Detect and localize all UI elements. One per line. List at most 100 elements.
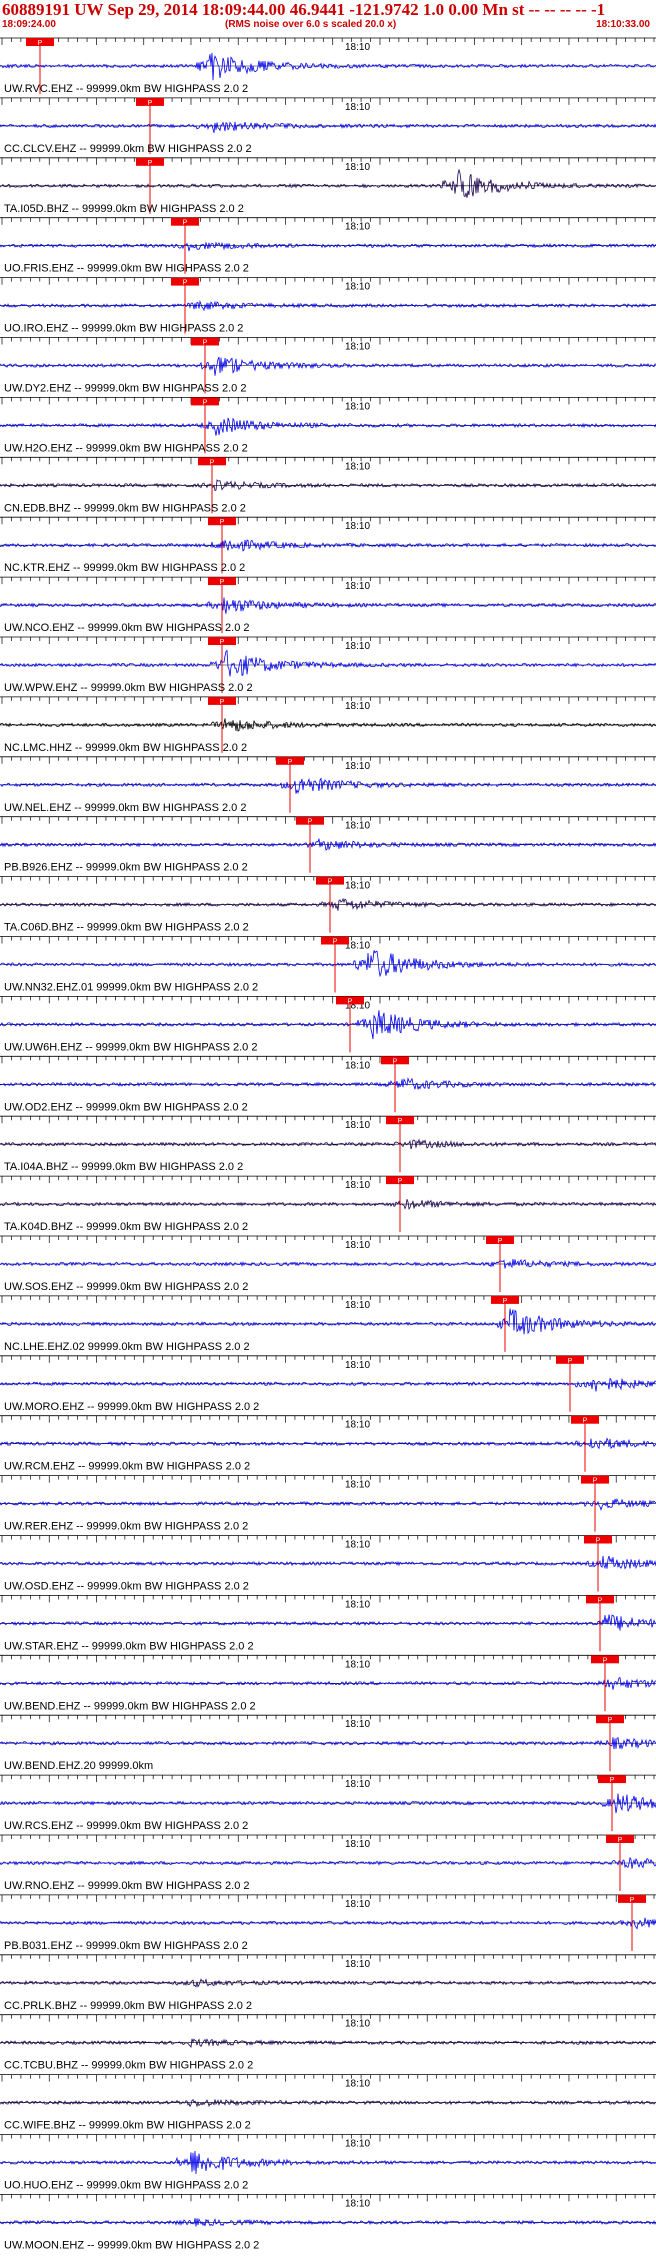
- trace-row: 18:10 P UW.OD2.EHZ -- 99999.0km BW HIGHPAS…: [0, 1055, 656, 1113]
- channel-label: UW.RNO.EHZ -- 99999.0km BW HIGHPASS 2.0 …: [4, 1880, 250, 1892]
- channel-label: NC.LMC.HHZ -- 99999.0km BW HIGHPASS 2.0 …: [4, 742, 247, 754]
- channel-label: UW.OSD.EHZ -- 99999.0km BW HIGHPASS 2.0 …: [4, 1581, 249, 1593]
- channel-label: UW.STAR.EHZ -- 99999.0km BW HIGHPASS 2.0…: [4, 1640, 254, 1652]
- channel-label: UW.OD2.EHZ -- 99999.0km BW HIGHPASS 2.0 …: [4, 1101, 248, 1113]
- minute-mark: 18:10: [345, 581, 370, 592]
- pick-label: P: [596, 1538, 601, 1545]
- trace-row: 18:10 P UW.STAR.EHZ -- 99999.0km BW HIGHPA…: [0, 1595, 656, 1652]
- waveform: [0, 1614, 656, 1631]
- pick-label: P: [38, 40, 43, 47]
- pick-label: P: [498, 1238, 503, 1245]
- minute-mark: 18:10: [345, 2139, 370, 2150]
- channel-label: CC.WIFE.BHZ -- 99999.0km BW HIGHPASS 2.0…: [4, 2120, 251, 2132]
- channel-label: UW.WPW.EHZ -- 99999.0km BW HIGHPASS 2.0 …: [4, 682, 253, 694]
- minute-mark: 18:10: [345, 1839, 370, 1850]
- waveform: [0, 417, 656, 436]
- trace-row: 18:10PUW.UW6H.EHZ -- 99999.0km BW HIGHPA…: [0, 996, 656, 1053]
- waveform: [0, 52, 656, 81]
- trace-row: 18:10 P UO.FRIS.EHZ -- 99999.0km BW HIGHPA…: [0, 217, 656, 275]
- minute-mark: 18:10: [345, 222, 370, 233]
- waveform: [0, 479, 656, 492]
- channel-label: TA.I05D.BHZ -- 99999.0km BW HIGHPASS 2.0…: [4, 203, 244, 215]
- pick-label: P: [288, 759, 293, 766]
- minute-mark: 18:10: [345, 1300, 370, 1311]
- channel-label: PB.B926.EHZ -- 99999.0km BW HIGHPASS 2.0…: [4, 862, 248, 874]
- trace-row: 18:10 P UW.RVC.EHZ -- 99999.0km BW HIGHPAS…: [0, 37, 656, 95]
- trace-row: 18:10 P UW.RCS.EHZ -- 99999.0km BW HIGHPAS…: [0, 1774, 656, 1832]
- pick-label: P: [333, 939, 338, 946]
- minute-mark: 18:10: [345, 1899, 370, 1910]
- trace-row: 18:10 P TA.K04D.BHZ -- 99999.0km BW HIGHPA…: [0, 1175, 656, 1233]
- channel-label: UW.SOS.EHZ -- 99999.0km BW HIGHPASS 2.0 …: [4, 1281, 248, 1293]
- minute-mark: 18:10: [345, 2019, 370, 2030]
- event-title: 60889191 UW Sep 29, 2014 18:09:44.00 46.…: [2, 0, 606, 19]
- channel-label: PB.B031.EHZ -- 99999.0km BW HIGHPASS 2.0…: [4, 1940, 248, 1952]
- trace-row: 18:10PUW.NN32.EHZ.01 99999.0km BW HIGHPA…: [0, 936, 656, 994]
- waveform: [0, 1677, 656, 1690]
- trace-row: 18:10 UW.MOON.EHZ -- 99999.0km BW HIGHPAS…: [0, 2193, 656, 2251]
- channel-label: CN.EDB.BHZ -- 99999.0km BW HIGHPASS 2.0 …: [4, 502, 246, 514]
- pick-label: P: [593, 1478, 598, 1485]
- pick-label: P: [148, 160, 153, 167]
- minute-mark: 18:10: [345, 641, 370, 652]
- channel-label: UO.HUO.EHZ -- 99999.0km BW HIGHPASS 2.0 …: [4, 2180, 248, 2192]
- waveform: [0, 838, 656, 851]
- minute-mark: 18:10: [345, 162, 370, 173]
- channel-label: TA.C06D.BHZ -- 99999.0km BW HIGHPASS 2.0…: [4, 922, 249, 934]
- pick-label: P: [393, 1058, 398, 1065]
- waveform: [0, 1856, 656, 1869]
- channel-label: UW.RCM.EHZ -- 99999.0km BW HIGHPASS 2.0 …: [4, 1461, 250, 1473]
- pick-label: P: [183, 220, 188, 227]
- channel-label: UW.H2O.EHZ -- 99999.0km BW HIGHPASS 2.0 …: [4, 442, 248, 454]
- trace-row: 18:10 P TA.I04A.BHZ -- 99999.0km BW HIGHPA…: [0, 1115, 656, 1173]
- waveform: [0, 649, 656, 677]
- channel-label: UW.MOON.EHZ -- 99999.0km BW HIGHPASS 2.0…: [4, 2239, 259, 2251]
- waveform: [0, 1497, 656, 1511]
- pick-label: P: [610, 1777, 615, 1784]
- trace-row: 18:10 P UW.RCM.EHZ -- 99999.0km BW HIGHPAS…: [0, 1415, 656, 1473]
- trace-row: 18:10 P NC.KTR.EHZ -- 99999.0km BW HIGHPAS…: [0, 516, 656, 574]
- trace-row: 18:10 P PB.B031.EHZ -- 99999.0km BW HIGHPA…: [0, 1894, 656, 1952]
- minute-mark: 18:10: [345, 1659, 370, 1670]
- pick-label: P: [203, 399, 208, 406]
- waveform: [0, 2099, 656, 2108]
- minute-mark: 18:10: [345, 1180, 370, 1191]
- channel-label: CC.CLCV.EHZ -- 99999.0km BW HIGHPASS 2.0…: [4, 143, 252, 155]
- minute-mark: 18:10: [345, 1719, 370, 1730]
- trace-row: 18:10 P CC.CLCV.EHZ -- 99999.0km BW HIGHPA…: [0, 97, 656, 155]
- minute-mark: 18:10: [345, 1240, 370, 1251]
- pick-label: P: [220, 579, 225, 586]
- waveform: [0, 241, 656, 252]
- trace-row: 18:10 P UW.BEND.EHZ.20 99999.0km: [0, 1714, 656, 1772]
- end-time: 18:10:33.00: [596, 19, 650, 30]
- waveform: [0, 950, 656, 978]
- pick-label: P: [618, 1837, 623, 1844]
- minute-mark: 18:10: [345, 1120, 370, 1131]
- channel-label: CC.TCBU.BHZ -- 99999.0km BW HIGHPASS 2.0…: [4, 2060, 253, 2072]
- minute-mark: 18:10: [345, 401, 370, 412]
- channel-label: UW.MORO.EHZ -- 99999.0km BW HIGHPASS 2.0…: [4, 1401, 259, 1413]
- trace-row: 18:10 CC.TCBU.BHZ -- 99999.0km BW HIGHPAS…: [0, 2014, 656, 2072]
- pick-label: P: [608, 1717, 613, 1724]
- minute-mark: 18:10: [345, 342, 370, 353]
- waveform: [0, 597, 656, 614]
- trace-row: 18:10 P UW.DY2.EHZ -- 99999.0km BW HIGHPAS…: [0, 337, 656, 395]
- trace-row: 18:10 P UW.NEL.EHZ -- 99999.0km BW HIGHPAS…: [0, 756, 656, 814]
- pick-label: P: [398, 1178, 403, 1185]
- pick-label: P: [348, 998, 353, 1005]
- channel-label: UW.NCO.EHZ -- 99999.0km BW HIGHPASS 2.0 …: [4, 622, 250, 634]
- minute-mark: 18:10: [345, 821, 370, 832]
- trace-row: 18:10 UO.HUO.EHZ -- 99999.0km BW HIGHPASS…: [0, 2134, 656, 2192]
- header: 60889191 UW Sep 29, 2014 18:09:44.00 46.…: [0, 0, 656, 36]
- minute-mark: 18:10: [345, 761, 370, 772]
- trace-row: 18:10 P NC.LHE.EHZ.02 99999.0km BW HIGHPAS…: [0, 1295, 656, 1353]
- minute-mark: 18:10: [345, 1420, 370, 1431]
- pick-label: P: [598, 1597, 603, 1604]
- channel-label: NC.LHE.EHZ.02 99999.0km BW HIGHPASS 2.0 …: [4, 1341, 250, 1353]
- waveform: [0, 356, 656, 376]
- channel-label: UO.IRO.EHZ -- 99999.0km BW HIGHPASS 2.0 …: [4, 323, 243, 335]
- waveform: [0, 1555, 656, 1570]
- trace-row: 18:10 P UW.BEND.EHZ -- 99999.0km BW HIGHPA…: [0, 1654, 656, 1712]
- pick-label: P: [148, 100, 153, 107]
- waveform: [0, 1199, 656, 1210]
